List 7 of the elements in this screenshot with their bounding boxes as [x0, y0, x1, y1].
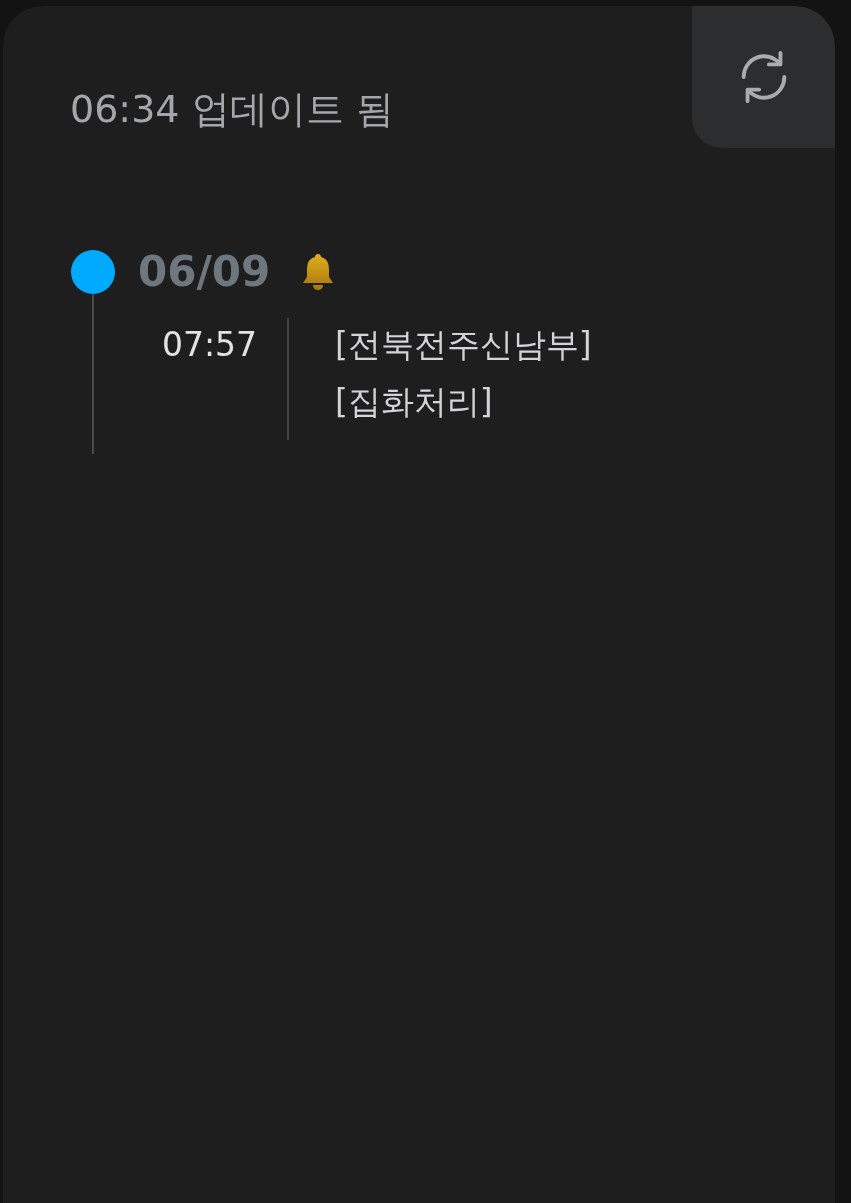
date-label: 06/09 — [138, 250, 271, 294]
update-time-label: 06:34 업데이트 됨 — [70, 86, 394, 133]
timeline-dot — [71, 250, 115, 294]
event-time: 07:57 — [160, 324, 258, 366]
event-detail: [전북전주신남부] — [335, 324, 592, 366]
refresh-button[interactable] — [692, 6, 835, 148]
event-detail: [집화처리] — [335, 381, 494, 423]
